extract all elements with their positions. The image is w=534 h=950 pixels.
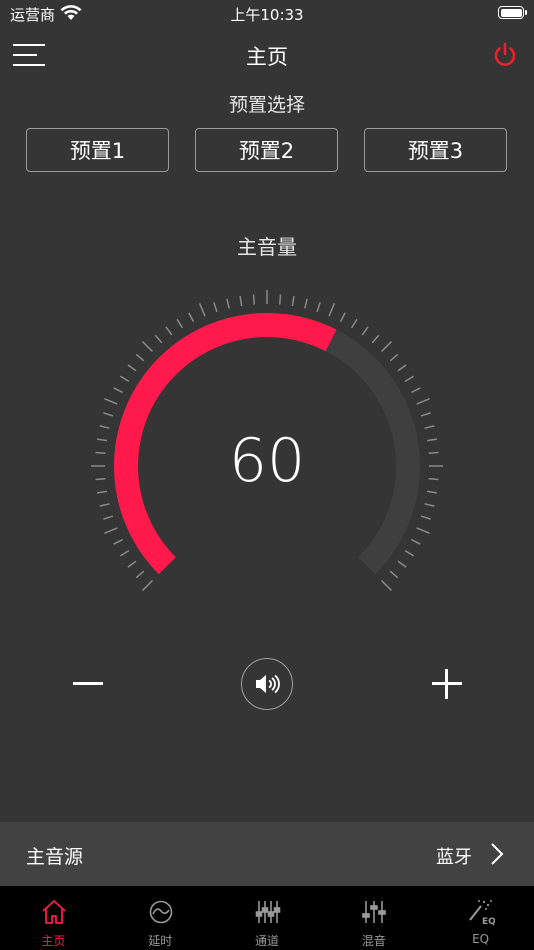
dial-tick — [381, 341, 392, 352]
tab-home-label: 主页 — [41, 934, 66, 948]
volume-heading: 主音量 — [237, 235, 297, 259]
dial-tick — [127, 560, 137, 568]
tab-eq-label: EQ — [472, 932, 490, 946]
speaker-icon — [256, 674, 280, 694]
dial-tick — [127, 364, 137, 372]
dial-tick — [410, 538, 421, 545]
battery-icon — [498, 6, 527, 19]
svg-text:EQ: EQ — [482, 917, 495, 926]
dial-tick — [351, 318, 358, 329]
dial-tick — [135, 570, 145, 579]
tab-delay[interactable]: 延时 — [107, 886, 214, 950]
volume-down-button[interactable] — [70, 670, 106, 698]
dial-tick — [154, 334, 163, 344]
dial-tick — [389, 570, 399, 579]
dial-tick — [226, 298, 230, 309]
dial-tick — [188, 312, 195, 323]
dial-tick — [103, 515, 114, 520]
tab-delay-label: 延时 — [148, 934, 173, 948]
channel-sliders-icon — [255, 901, 280, 923]
delay-icon — [149, 900, 173, 924]
dial-tick — [361, 326, 369, 336]
volume-value: 60 — [228, 426, 306, 496]
source-selector[interactable]: 主音源 蓝牙 — [0, 822, 534, 886]
dial-tick — [389, 353, 399, 362]
dial-tick — [99, 503, 110, 507]
dial-tick — [397, 560, 407, 568]
dial-tick — [119, 550, 130, 557]
preset-2-button[interactable]: 预置2 — [195, 128, 338, 172]
dial-tick — [304, 298, 308, 309]
preset-1-button[interactable]: 预置1 — [26, 128, 169, 172]
dial-tick — [252, 294, 256, 305]
clock: 上午10:33 — [230, 6, 304, 24]
dial-tick — [104, 397, 118, 405]
dial-tick — [328, 303, 336, 317]
dial-tick — [239, 296, 243, 307]
dial-tick — [410, 387, 421, 394]
dial-tick — [213, 302, 218, 313]
status-bar: 运营商 上午10:33 — [0, 0, 534, 28]
power-icon[interactable] — [492, 42, 518, 68]
tab-bar: 主页 延时 通道 混音 EQ EQ — [0, 886, 534, 950]
dial-tick — [142, 580, 153, 591]
dial-tick — [113, 538, 124, 545]
eq-wand-icon: EQ — [469, 900, 495, 926]
mute-button[interactable] — [241, 658, 293, 710]
dial-tick — [198, 303, 206, 317]
dial-tick — [416, 527, 430, 535]
dial-tick — [420, 412, 431, 417]
tab-mixer-label: 混音 — [361, 934, 386, 948]
dial-tick — [420, 515, 431, 520]
preset-heading: 预置选择 — [228, 94, 305, 116]
dial-tick — [397, 364, 407, 372]
source-label: 主音源 — [26, 846, 84, 868]
nav-bar: 主页 — [0, 30, 534, 78]
dial-tick — [176, 318, 183, 329]
dial-tick — [381, 580, 392, 591]
tab-home[interactable]: 主页 — [0, 886, 107, 950]
dial-tick — [404, 375, 415, 382]
chevron-right-icon — [491, 843, 504, 865]
dial-tick — [103, 412, 114, 417]
dial-tick — [119, 375, 130, 382]
dial-tick — [371, 334, 380, 344]
tab-channel[interactable]: 通道 — [214, 886, 321, 950]
dial-tick — [316, 302, 321, 313]
dial-tick — [113, 387, 124, 394]
dial-tick — [416, 397, 430, 405]
dial-tick — [135, 353, 145, 362]
dial-tick — [424, 503, 435, 507]
tab-mixer[interactable]: 混音 — [320, 886, 427, 950]
dial-tick — [278, 294, 282, 305]
tab-eq[interactable]: EQ EQ — [427, 886, 534, 950]
dial-tick — [104, 527, 118, 535]
volume-up-button[interactable] — [430, 667, 464, 701]
tab-channel-label: 通道 — [254, 934, 279, 948]
source-value: 蓝牙 — [436, 847, 472, 868]
dial-tick — [291, 296, 295, 307]
dial-tick — [339, 312, 346, 323]
dial-tick — [142, 341, 153, 352]
mixer-sliders-icon — [362, 901, 387, 923]
dial-tick — [404, 550, 415, 557]
preset-3-button[interactable]: 预置3 — [364, 128, 507, 172]
page-title: 主页 — [246, 45, 288, 69]
dial-tick — [165, 326, 173, 336]
home-icon — [42, 900, 66, 924]
